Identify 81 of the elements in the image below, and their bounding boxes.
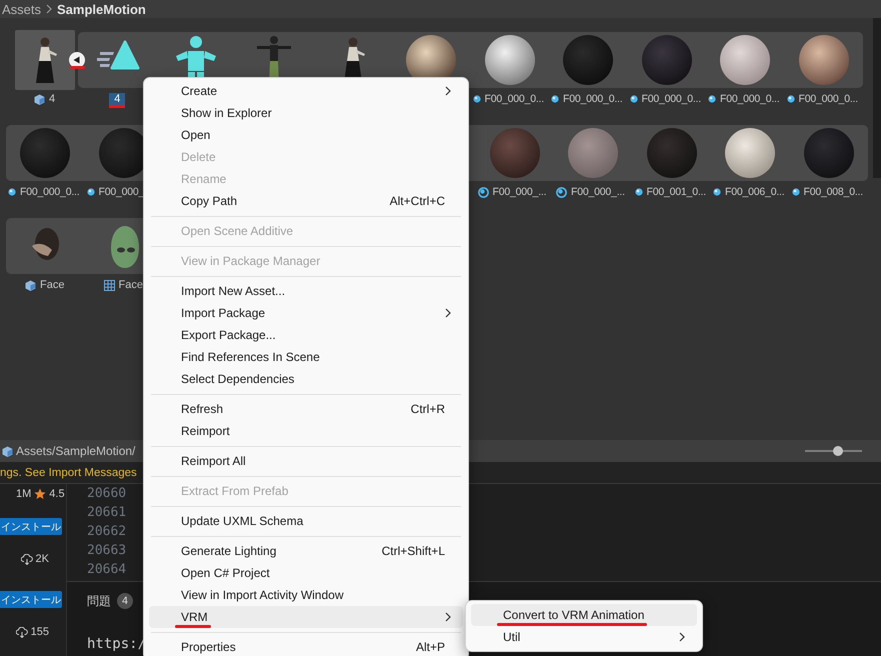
sphere-icon: [786, 95, 794, 103]
editor-text: https:/: [87, 636, 146, 652]
asset-label: F00_000_0...: [484, 93, 545, 107]
sphere-icon: [634, 188, 642, 196]
sphere-icon: [478, 186, 488, 198]
menu-item[interactable]: Properties Alt+P: [149, 636, 463, 656]
asset-label: 4: [109, 93, 126, 108]
sphere-icon: [708, 95, 716, 103]
rating: 4.5: [49, 488, 65, 500]
install-button[interactable]: インストール: [0, 591, 62, 608]
menu-item[interactable]: Copy Path Alt+Ctrl+C: [149, 190, 463, 212]
material-sphere[interactable]: [719, 34, 772, 86]
count-badge: 4: [117, 593, 133, 609]
cloud-download-icon: [16, 626, 28, 638]
download-count: 1M: [16, 488, 32, 500]
material-sphere[interactable]: [724, 127, 776, 179]
menu-item[interactable]: Import New Asset...: [149, 280, 463, 302]
menu-item[interactable]: Generate Lighting Ctrl+Shift+L: [149, 540, 463, 562]
asset-label: F00_000_0...: [719, 93, 780, 107]
install-count: 2K: [36, 553, 49, 565]
asset-label: F00_000_0...: [19, 186, 80, 200]
breadcrumb-item[interactable]: Assets: [2, 2, 42, 16]
menu-item[interactable]: Show in Explorer: [149, 102, 463, 124]
slider-thumb[interactable]: [833, 446, 844, 456]
asset-path: Assets/SampleMotion/: [16, 444, 136, 458]
chevron-right-icon: [46, 4, 52, 14]
install-count: 155: [30, 626, 49, 638]
sphere-icon: [551, 95, 559, 103]
line-number: 20664: [87, 561, 126, 579]
asset-label: Face: [118, 279, 144, 293]
asset-label: F00_000_0...: [562, 93, 624, 107]
breadcrumb-item[interactable]: SampleMotion: [57, 2, 146, 16]
asset-label: F00_000_0...: [798, 93, 859, 107]
cube-icon: [25, 280, 36, 290]
line-number: 20662: [87, 523, 126, 541]
asset-label: F00_006_0...: [724, 186, 786, 200]
asset-label: F00_008_0...: [802, 186, 864, 200]
menu-item[interactable]: Select Dependencies: [149, 368, 463, 390]
menu-item[interactable]: Reimport: [149, 420, 463, 442]
asset-label: Face: [39, 279, 66, 293]
line-number: 20663: [87, 542, 126, 560]
line-number: 20661: [87, 504, 126, 522]
cloud-download-icon: [20, 554, 33, 564]
asset-label: 4: [48, 93, 56, 107]
star-icon: [34, 488, 46, 500]
grid-icon: [104, 280, 115, 290]
sphere-icon: [8, 188, 16, 196]
menu-item[interactable]: Open C# Project: [149, 562, 463, 584]
menu-item[interactable]: View in Import Activity Window: [149, 584, 463, 606]
asset-label: F00_000_0...: [640, 93, 702, 107]
sphere-icon: [472, 95, 480, 103]
shortcut-label: Alt+Ctrl+C: [390, 194, 445, 208]
problems-tab[interactable]: 問題: [87, 592, 111, 610]
triangle-left-icon: [73, 56, 81, 64]
cube-icon: [2, 446, 13, 456]
sphere-icon: [630, 95, 638, 103]
menu-item[interactable]: Create: [149, 80, 463, 102]
asset-label: F00_000_: [98, 186, 146, 200]
menu-item[interactable]: Refresh Ctrl+R: [149, 398, 463, 420]
install-button[interactable]: インストール: [0, 518, 62, 535]
menu-item[interactable]: VRM: [149, 606, 463, 628]
menu-item[interactable]: Import Package: [149, 302, 463, 324]
cube-icon: [34, 94, 45, 104]
menu-item[interactable]: Util: [471, 626, 697, 648]
sphere-icon: [713, 188, 721, 196]
sphere-icon: [556, 186, 567, 198]
menu-item[interactable]: Open: [149, 124, 463, 146]
asset-label: F00_000_...: [492, 186, 548, 200]
sphere-icon: [792, 188, 800, 196]
shortcut-label: Alt+P: [416, 640, 445, 654]
asset-label: F00_001_0...: [646, 186, 707, 200]
sphere-icon: [86, 188, 94, 196]
shortcut-label: Ctrl+R: [410, 402, 445, 416]
material-sphere[interactable]: [484, 34, 536, 86]
menu-item[interactable]: Find References In Scene: [149, 346, 463, 368]
menu-item[interactable]: Export Package...: [149, 324, 463, 346]
shortcut-label: Ctrl+Shift+L: [382, 544, 445, 558]
menu-item[interactable]: Convert to VRM Animation: [471, 604, 697, 626]
menu-item[interactable]: Update UXML Schema: [149, 510, 463, 532]
line-number: 20660: [87, 485, 126, 503]
asset-label: F00_000_...: [570, 186, 626, 200]
